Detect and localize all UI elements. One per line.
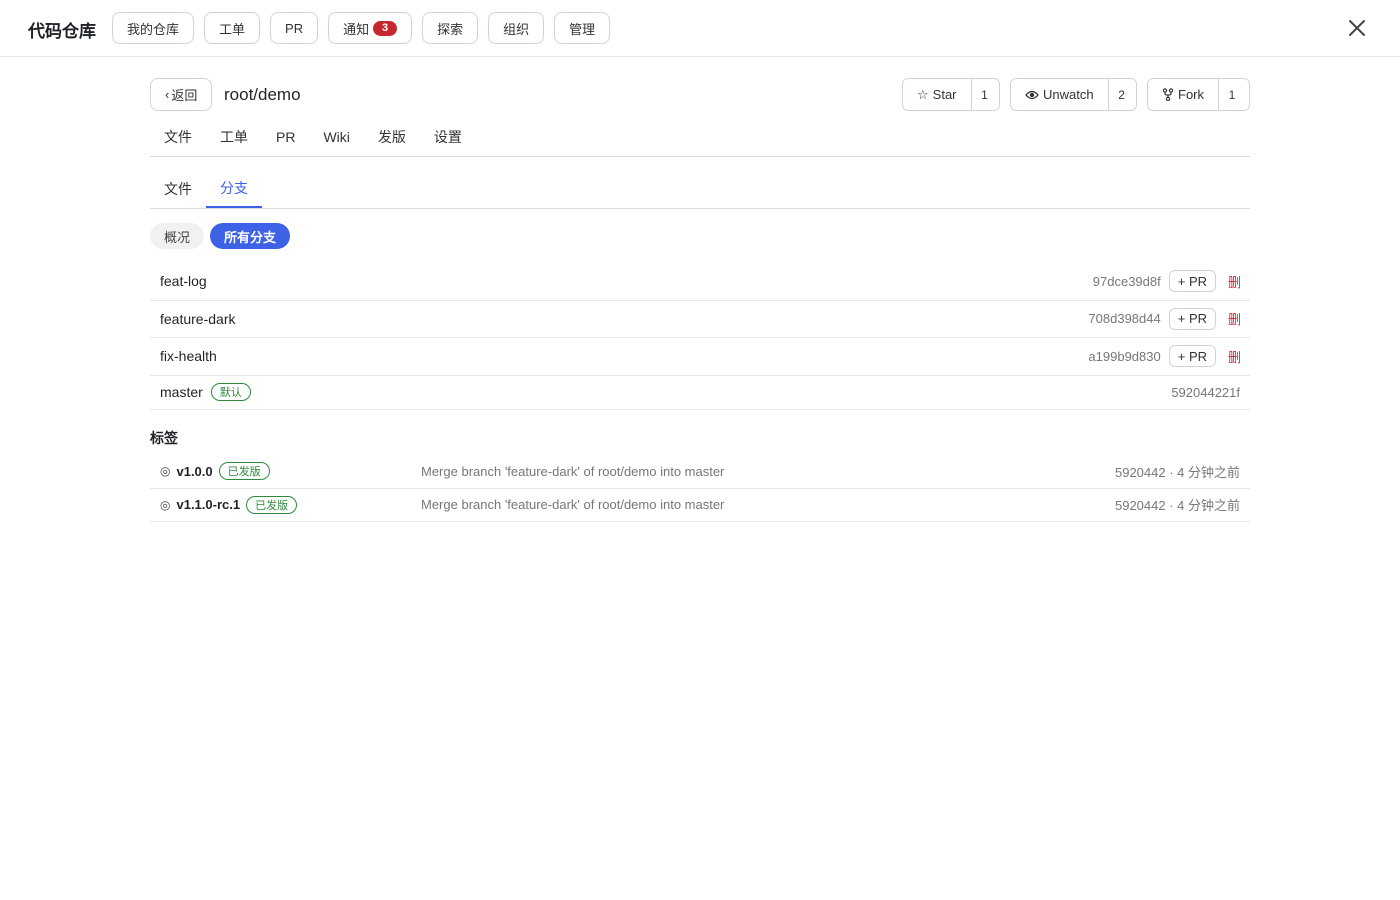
nav-label: 通知 [343, 21, 370, 37]
tag-row: ◎ v1.1.0-rc.1 已发版 Merge branch 'feature-… [150, 489, 1250, 522]
commit-sha[interactable]: 708d398d44 [1088, 311, 1160, 326]
tab-pr[interactable]: PR [262, 118, 309, 156]
fork-button[interactable]: Fork [1148, 79, 1219, 110]
close-icon[interactable] [1346, 17, 1368, 39]
commit-sha[interactable]: 592044221f [1171, 385, 1240, 400]
star-group: ☆ Star 1 [902, 78, 1000, 111]
back-button[interactable]: ‹ 返回 [150, 78, 213, 111]
nav-issues-button[interactable]: 工单 [204, 12, 261, 44]
notification-count-badge: 3 [373, 20, 398, 36]
watch-count[interactable]: 2 [1109, 79, 1135, 110]
star-button[interactable]: ☆ Star [903, 79, 972, 110]
tag-name[interactable]: ◎ v1.0.0 已发版 [160, 462, 421, 481]
nav-orgs-button[interactable]: 组织 [488, 12, 545, 44]
tag-icon: ◎ [160, 464, 171, 479]
star-icon: ☆ [917, 86, 929, 102]
repo-name: root/demo [224, 85, 301, 104]
released-badge: 已发版 [218, 462, 270, 481]
tag-commit-message[interactable]: Merge branch 'feature-dark' of root/demo… [421, 464, 1115, 479]
tag-commit-meta: 5920442 · 4 分钟之前 [1114, 498, 1240, 514]
branch-list: feat-log 97dce39d8f + PR 删 feature-dark … [150, 263, 1250, 410]
tag-name-text: v1.0.0 [176, 463, 213, 479]
branch-name-text: fix-health [160, 348, 217, 365]
tab-releases[interactable]: 发版 [364, 118, 420, 156]
star-count[interactable]: 1 [972, 79, 998, 110]
branch-name-text: feat-log [160, 273, 207, 290]
fork-label: Fork [1178, 87, 1204, 102]
top-nav: 我的仓库 工单 PR 通知 3 探索 组织 管理 [112, 12, 611, 44]
fork-group: Fork 1 [1147, 78, 1250, 111]
delete-branch-button[interactable]: 删 [1228, 309, 1241, 328]
nav-label: 探索 [437, 21, 464, 37]
fork-count[interactable]: 1 [1219, 79, 1245, 110]
create-pr-button[interactable]: + PR [1168, 345, 1216, 368]
delete-branch-button[interactable]: 删 [1228, 347, 1241, 366]
unwatch-button[interactable]: Unwatch [1011, 79, 1109, 110]
subtab-branches[interactable]: 分支 [206, 170, 262, 208]
subtab-files[interactable]: 文件 [150, 170, 206, 208]
tag-list: ◎ v1.0.0 已发版 Merge branch 'feature-dark'… [150, 455, 1250, 522]
tags-section-title: 标签 [150, 430, 178, 446]
nav-label: 工单 [219, 21, 246, 37]
fork-icon [1162, 88, 1174, 101]
tag-name-text: v1.1.0-rc.1 [176, 497, 241, 513]
top-bar: 代码仓库 我的仓库 工单 PR 通知 3 探索 组织 管理 [0, 0, 1400, 57]
branch-row: master 默认 592044221f [150, 376, 1250, 410]
released-badge: 已发版 [246, 495, 298, 514]
tag-commit-meta: 5920442 · 4 分钟之前 [1114, 464, 1240, 480]
eye-icon [1025, 90, 1039, 99]
nav-pr-button[interactable]: PR [270, 12, 319, 44]
create-pr-button[interactable]: + PR [1168, 307, 1216, 330]
back-label: 返回 [171, 88, 198, 103]
pill-overview[interactable]: 概况 [150, 223, 205, 249]
branch-name[interactable]: feat-log [160, 273, 1093, 289]
nav-label: 我的仓库 [127, 21, 180, 37]
commit-sha[interactable]: a199b9d830 [1088, 349, 1160, 364]
create-pr-button[interactable]: + PR [1168, 270, 1216, 293]
branch-name-text: master [160, 384, 203, 400]
chevron-left-icon: ‹ [165, 87, 170, 102]
branch-name[interactable]: fix-health [160, 348, 1088, 364]
tab-settings[interactable]: 设置 [420, 118, 476, 156]
nav-explore-button[interactable]: 探索 [422, 12, 479, 44]
nav-label: PR [285, 20, 304, 36]
pill-all-branches[interactable]: 所有分支 [210, 223, 291, 249]
app-title: 代码仓库 [28, 22, 96, 41]
repo-tabs: 文件 工单 PR Wiki 发版 设置 [150, 118, 1250, 157]
tab-issues[interactable]: 工单 [206, 118, 262, 156]
nav-admin-button[interactable]: 管理 [554, 12, 611, 44]
watch-group: Unwatch 2 [1010, 78, 1137, 111]
star-label: Star [932, 87, 957, 102]
watch-label: Unwatch [1043, 87, 1094, 102]
commit-sha[interactable]: 97dce39d8f [1093, 274, 1161, 289]
tag-name[interactable]: ◎ v1.1.0-rc.1 已发版 [160, 495, 421, 514]
nav-label: 组织 [503, 21, 530, 37]
tag-commit-message[interactable]: Merge branch 'feature-dark' of root/demo… [421, 497, 1115, 512]
branch-name-text: feature-dark [160, 310, 236, 327]
nav-my-repos-button[interactable]: 我的仓库 [112, 12, 195, 44]
nav-label: 管理 [569, 21, 596, 37]
branch-name[interactable]: feature-dark [160, 311, 1088, 327]
code-sub-tabs: 文件 分支 [150, 170, 1250, 209]
branch-filter-pills: 概况 所有分支 [150, 223, 291, 249]
nav-notifications-button[interactable]: 通知 3 [328, 12, 413, 44]
delete-branch-button[interactable]: 删 [1228, 272, 1241, 291]
branch-row: fix-health a199b9d830 + PR 删 [150, 338, 1250, 376]
branch-row: feature-dark 708d398d44 + PR 删 [150, 301, 1250, 338]
branch-name[interactable]: master 默认 [160, 383, 1171, 401]
branch-row: feat-log 97dce39d8f + PR 删 [150, 263, 1250, 301]
tag-row: ◎ v1.0.0 已发版 Merge branch 'feature-dark'… [150, 455, 1250, 489]
tab-wiki[interactable]: Wiki [309, 118, 363, 156]
tab-files[interactable]: 文件 [150, 118, 206, 156]
tag-icon: ◎ [160, 497, 171, 512]
default-branch-badge: 默认 [210, 383, 251, 401]
